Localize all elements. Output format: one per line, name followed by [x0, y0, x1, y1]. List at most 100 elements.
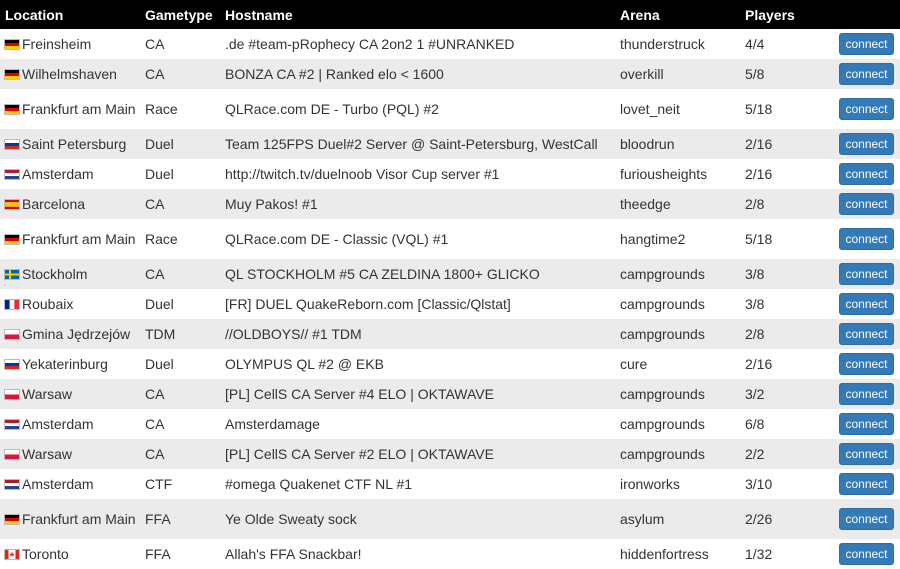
arena-cell: campgrounds: [620, 296, 705, 312]
table-row[interactable]: Roubaix Duel [FR] DUEL QuakeReborn.com [Cl…: [0, 289, 900, 319]
table-row[interactable]: Warsaw CA [PL] CellS CA Server #4 ELO | OK…: [0, 379, 900, 409]
table-row[interactable]: Amsterdam CTF #omega Quakenet CTF NL #1 iro…: [0, 469, 900, 499]
location-cell: Saint Petersburg: [0, 129, 140, 159]
players-cell: 3/8: [745, 296, 765, 312]
table-row[interactable]: Barcelona CA Muy Pakos! #1 theedge 2/8 connec…: [0, 189, 900, 219]
action-cell: connect: [830, 499, 900, 539]
location-text: Frankfurt am Main: [22, 231, 136, 247]
arena-cell: lovet_neit: [620, 101, 680, 117]
gametype-cell: CA: [145, 36, 165, 52]
location-text: Freinsheim: [22, 36, 92, 52]
table-row[interactable]: Frankfurt am Main FFA Ye Olde Sweaty sock a…: [0, 499, 900, 539]
action-cell: connect: [830, 539, 900, 569]
table-row[interactable]: Frankfurt am Main Race QLRace.com DE - Tur…: [0, 89, 900, 129]
location-cell: Gmina Jędrzejów: [0, 319, 140, 349]
table-row[interactable]: Frankfurt am Main Race QLRace.com DE - Cla…: [0, 219, 900, 259]
action-cell: connect: [830, 189, 900, 219]
hostname-cell: Ye Olde Sweaty sock: [225, 511, 357, 527]
players-cell: 2/26: [745, 511, 773, 527]
gametype-cell: CTF: [145, 476, 173, 492]
connect-button[interactable]: connect: [839, 163, 894, 185]
column-header-gametype[interactable]: Gametype: [140, 0, 220, 29]
gametype-cell: Duel: [145, 136, 174, 152]
flag-canada-icon: [4, 549, 20, 560]
gametype-cell: FFA: [145, 546, 171, 562]
table-row[interactable]: Toronto FFA Allah's FFA Snackbar! hiddenfor…: [0, 539, 900, 569]
location-text: Barcelona: [22, 196, 86, 212]
server-list-table: Location Gametype Hostname Arena Players…: [0, 0, 900, 569]
arena-cell: thunderstruck: [620, 36, 705, 52]
flag-netherlands-icon: [4, 419, 20, 430]
gametype-cell: Duel: [145, 296, 174, 312]
connect-button[interactable]: connect: [839, 228, 894, 250]
hostname-cell: QLRace.com DE - Classic (VQL) #1: [225, 231, 449, 247]
flag-netherlands-icon: [4, 479, 20, 490]
flag-russia-icon: [4, 139, 20, 150]
table-row[interactable]: Gmina Jędrzejów TDM //OLDBOYS// #1 TDM camp…: [0, 319, 900, 349]
location-text: Frankfurt am Main: [22, 511, 136, 527]
table-row[interactable]: Amsterdam Duel http://twitch.tv/duelnoob V…: [0, 159, 900, 189]
column-header-players[interactable]: Players: [740, 0, 830, 29]
location-text: Roubaix: [22, 296, 74, 312]
column-header-arena[interactable]: Arena: [615, 0, 740, 29]
connect-button[interactable]: connect: [839, 133, 894, 155]
action-cell: connect: [830, 129, 900, 159]
table-row[interactable]: Yekaterinburg Duel OLYMPUS QL #2 @ EKB cure…: [0, 349, 900, 379]
hostname-cell: [FR] DUEL QuakeReborn.com [Classic/Qlsta…: [225, 296, 511, 312]
arena-cell: campgrounds: [620, 446, 705, 462]
location-cell: Frankfurt am Main: [0, 89, 140, 129]
hostname-cell: Muy Pakos! #1: [225, 196, 318, 212]
hostname-cell: QL STOCKHOLM #5 CA ZELDINA 1800+ GLICKO: [225, 266, 540, 282]
connect-button[interactable]: connect: [839, 413, 894, 435]
location-text: Wilhelmshaven: [22, 66, 117, 82]
players-cell: 6/8: [745, 416, 765, 432]
connect-button[interactable]: connect: [839, 383, 894, 405]
gametype-cell: CA: [145, 446, 165, 462]
table-row[interactable]: Wilhelmshaven CA BONZA CA #2 | Ranked elo …: [0, 59, 900, 89]
location-text: Gmina Jędrzejów: [22, 326, 131, 342]
connect-button[interactable]: connect: [839, 33, 894, 55]
hostname-cell: //OLDBOYS// #1 TDM: [225, 326, 362, 342]
connect-button[interactable]: connect: [839, 323, 894, 345]
connect-button[interactable]: connect: [839, 98, 894, 120]
location-cell: Amsterdam: [0, 409, 140, 439]
table-row[interactable]: Saint Petersburg Duel Team 125FPS Duel#2 S…: [0, 129, 900, 159]
players-cell: 2/8: [745, 326, 765, 342]
table-row[interactable]: Warsaw CA [PL] CellS CA Server #2 ELO | OK…: [0, 439, 900, 469]
connect-button[interactable]: connect: [839, 353, 894, 375]
table-row[interactable]: Freinsheim CA .de #team-pRophecy CA 2on2 1…: [0, 29, 900, 59]
flag-spain-icon: [4, 199, 20, 210]
action-cell: connect: [830, 59, 900, 89]
connect-button[interactable]: connect: [839, 473, 894, 495]
players-cell: 3/10: [745, 476, 773, 492]
connect-button[interactable]: connect: [839, 293, 894, 315]
location-cell: Yekaterinburg: [0, 349, 140, 379]
arena-cell: furiousheights: [620, 166, 708, 182]
connect-button[interactable]: connect: [839, 63, 894, 85]
gametype-cell: Race: [145, 231, 178, 247]
gametype-cell: CA: [145, 266, 165, 282]
table-header: Location Gametype Hostname Arena Players: [0, 0, 900, 29]
hostname-cell: .de #team-pRophecy CA 2on2 1 #UNRANKED: [225, 36, 515, 52]
connect-button[interactable]: connect: [839, 443, 894, 465]
gametype-cell: Duel: [145, 166, 174, 182]
connect-button[interactable]: connect: [839, 263, 894, 285]
gametype-cell: Duel: [145, 356, 174, 372]
column-header-hostname[interactable]: Hostname: [220, 0, 615, 29]
location-cell: Amsterdam: [0, 159, 140, 189]
flag-germany-icon: [4, 69, 20, 80]
players-cell: 3/2: [745, 386, 765, 402]
players-cell: 5/18: [745, 231, 773, 247]
table-row[interactable]: Stockholm CA QL STOCKHOLM #5 CA ZELDINA 18…: [0, 259, 900, 289]
arena-cell: campgrounds: [620, 386, 705, 402]
table-row[interactable]: Amsterdam CA Amsterdamage campgrounds 6/8 con…: [0, 409, 900, 439]
connect-button[interactable]: connect: [839, 508, 894, 530]
column-header-location[interactable]: Location: [0, 0, 140, 29]
flag-poland-icon: [4, 389, 20, 400]
connect-button[interactable]: connect: [839, 193, 894, 215]
gametype-cell: CA: [145, 386, 165, 402]
connect-button[interactable]: connect: [839, 543, 894, 565]
gametype-cell: TDM: [145, 326, 176, 342]
flag-france-icon: [4, 299, 20, 310]
location-cell: Roubaix: [0, 289, 140, 319]
